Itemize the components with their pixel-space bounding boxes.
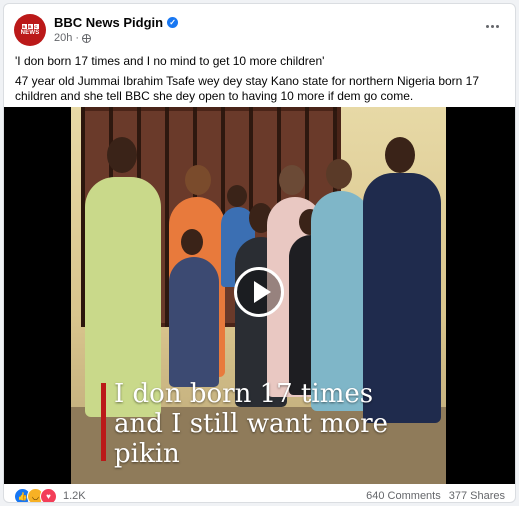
avatar[interactable]: B B C NEWS [14,14,46,46]
person-figure [169,257,219,387]
post-headline: 'I don born 17 times and I no mind to ge… [15,54,325,68]
person-figure [311,191,371,411]
globe-icon [82,33,92,43]
bbc-logo: B B C NEWS [20,24,40,36]
person-head [385,137,415,173]
caption-line: and I still want more [114,409,389,439]
person-figure [363,173,441,423]
caption-line: I don born 17 times [114,379,374,409]
video-player[interactable]: I don born 17 times and I still want mor… [4,107,515,484]
more-dot-icon [490,24,494,28]
page-name[interactable]: BBC News Pidgin [54,15,163,30]
more-options-button[interactable] [479,16,505,36]
love-icon: ♥ [40,487,57,502]
more-dot-icon [485,24,489,28]
caption-line: pikin [114,439,180,469]
post-timestamp[interactable]: 20h [54,32,72,44]
post-header: B B C NEWS BBC News Pidgin ✓ 20h · [14,14,505,46]
shares-count[interactable]: 377 Shares [449,490,505,502]
comments-count[interactable]: 640 Comments [366,490,441,502]
person-head [181,229,203,255]
post-card: B B C NEWS BBC News Pidgin ✓ 20h · 'I do… [3,3,516,503]
play-icon[interactable] [234,267,284,317]
page-name-link[interactable]: BBC News Pidgin ✓ [54,15,179,30]
post-meta: 20h · [54,32,92,44]
person-head [185,165,211,195]
more-dot-icon [495,24,499,28]
person-head [326,159,352,189]
person-head [279,165,305,195]
reaction-count[interactable]: 1.2K [63,490,86,502]
person-head [107,137,137,173]
verified-badge-icon: ✓ [167,17,179,28]
post-footer: 👍 ◡ ♥ 1.2K 640 Comments 377 Shares [14,487,505,502]
post-body: 47 year old Jummai Ibrahim Tsafe wey dey… [15,74,480,103]
person-head [227,185,247,207]
caption-accent-bar [101,383,106,461]
reactions-summary[interactable]: 👍 ◡ ♥ 1.2K [14,487,86,502]
